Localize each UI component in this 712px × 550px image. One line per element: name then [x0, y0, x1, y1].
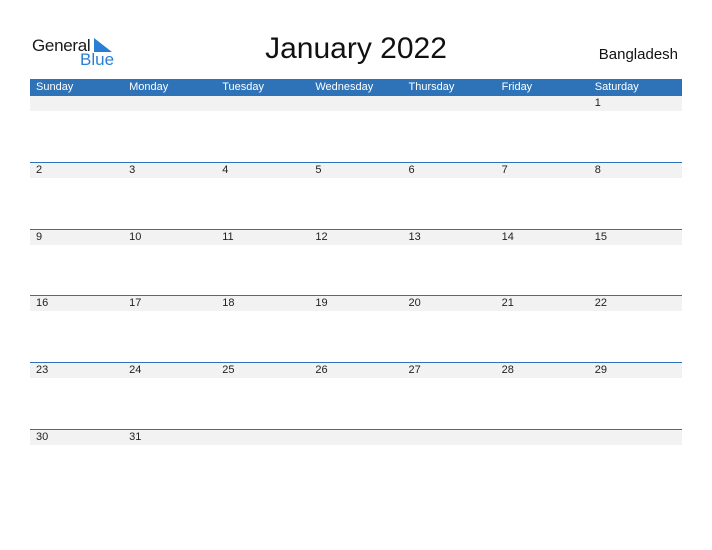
day-cell	[309, 96, 402, 111]
weekday-sunday: Sunday	[36, 81, 74, 93]
day-cell: 22	[594, 297, 607, 309]
day-cell: 11	[222, 231, 234, 243]
week-row: 23 24 25 26 27 28 29	[30, 362, 682, 378]
week-day-band: 9 10 11 12 13 14 15	[30, 230, 682, 245]
day-cell: 18	[222, 297, 235, 309]
day-cell: 23	[36, 364, 49, 376]
day-cell: 21	[501, 297, 514, 309]
day-cell: 26	[315, 364, 328, 376]
day-cell: 13	[408, 231, 421, 243]
day-cell: 15	[594, 231, 607, 243]
weekday-saturday: Saturday	[594, 81, 639, 93]
week-day-band: 16 17 18 19 20 21 22	[30, 296, 682, 311]
day-cell	[403, 96, 496, 111]
day-cell: 20	[408, 297, 421, 309]
day-cell: 3	[129, 164, 136, 176]
day-cell	[123, 96, 216, 111]
weekday-wednesday: Wednesday	[315, 81, 374, 93]
day-cell: 2	[36, 164, 43, 176]
week-row: 9 10 11 12 13 14 15	[30, 229, 682, 245]
week-row: 2 3 4 5 6 7 8	[30, 162, 682, 178]
day-cell: 1	[594, 97, 601, 109]
day-cell: 6	[408, 164, 415, 176]
day-cell: 19	[315, 297, 328, 309]
day-cell: 27	[408, 364, 421, 376]
day-cell: 12	[315, 231, 328, 243]
day-cell: 25	[222, 364, 235, 376]
country-label: Bangladesh	[598, 46, 678, 63]
week-row: 1	[30, 96, 682, 111]
day-cell: 16	[36, 297, 49, 309]
day-cell: 24	[129, 364, 142, 376]
week-row: 30 31	[30, 429, 682, 445]
day-cell	[496, 96, 589, 111]
day-cell	[309, 430, 402, 445]
day-cell	[496, 430, 589, 445]
day-cell	[403, 430, 496, 445]
day-cell: 10	[129, 231, 142, 243]
weekday-thursday: Thursday	[408, 81, 455, 93]
day-cell	[589, 430, 682, 445]
week-row: 16 17 18 19 20 21 22	[30, 295, 682, 311]
day-cell: 28	[501, 364, 514, 376]
week-day-band: 2 3 4 5 6 7 8	[30, 163, 682, 178]
weekday-monday: Monday	[129, 81, 169, 93]
week-day-band: 23 24 25 26 27 28 29	[30, 363, 682, 378]
week-day-band: 1	[30, 96, 682, 111]
weekday-tuesday: Tuesday	[222, 81, 265, 93]
day-cell	[216, 430, 309, 445]
day-cell: 14	[501, 231, 514, 243]
day-cell: 17	[129, 297, 142, 309]
weekday-friday: Friday	[501, 81, 533, 93]
day-cell: 31	[129, 431, 142, 443]
day-cell: 29	[594, 364, 607, 376]
day-cell: 9	[36, 231, 43, 243]
day-cell: 8	[594, 164, 601, 176]
day-cell: 30	[36, 431, 49, 443]
day-cell: 5	[315, 164, 322, 176]
calendar-grid: Sunday Monday Tuesday Wednesday Thursday…	[30, 79, 682, 445]
weekday-header: Sunday Monday Tuesday Wednesday Thursday…	[30, 79, 682, 96]
day-cell	[30, 96, 123, 111]
day-cell: 4	[222, 164, 229, 176]
day-cell: 7	[501, 164, 508, 176]
day-cell	[216, 96, 309, 111]
week-day-band: 30 31	[30, 430, 682, 445]
